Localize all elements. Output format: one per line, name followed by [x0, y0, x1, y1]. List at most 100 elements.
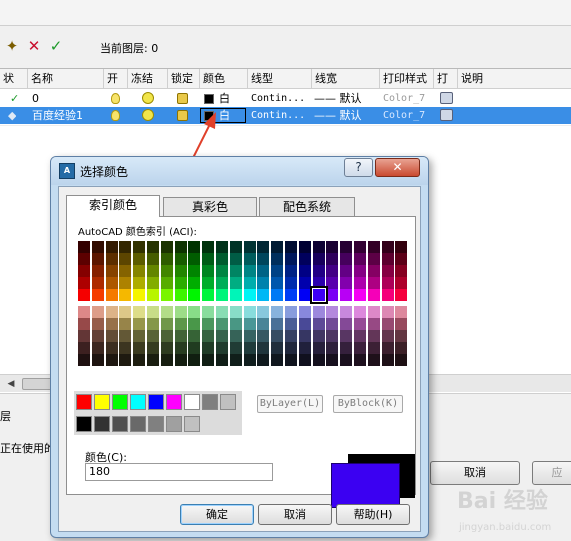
printer-icon[interactable]: [440, 109, 453, 121]
linetype[interactable]: Contin...: [251, 90, 305, 107]
grayscale-color-cell[interactable]: [94, 416, 110, 432]
color-swatch[interactable]: [204, 111, 214, 121]
aci-color-cell[interactable]: [147, 354, 159, 366]
aci-color-cell[interactable]: [160, 306, 173, 318]
aci-color-cell[interactable]: [354, 277, 366, 289]
aci-color-cell[interactable]: [202, 289, 215, 301]
aci-color-cell[interactable]: [243, 241, 256, 253]
scroll-thumb[interactable]: [22, 378, 52, 390]
aci-color-cell[interactable]: [229, 265, 242, 277]
aci-color-cell[interactable]: [188, 306, 201, 318]
aci-color-cell[interactable]: [78, 241, 90, 253]
aci-color-cell[interactable]: [202, 318, 215, 330]
aci-color-cell[interactable]: [285, 289, 297, 301]
lineweight[interactable]: —— 默认: [314, 107, 362, 124]
standard-color-cell[interactable]: [76, 394, 92, 410]
standard-color-cell[interactable]: [220, 394, 236, 410]
aci-color-cell[interactable]: [326, 265, 339, 277]
aci-color-cell[interactable]: [174, 253, 187, 265]
aci-color-cell[interactable]: [202, 277, 215, 289]
aci-color-cell[interactable]: [340, 354, 353, 366]
aci-color-cell[interactable]: [326, 330, 339, 342]
standard-color-cell[interactable]: [112, 394, 128, 410]
aci-color-cell[interactable]: [298, 253, 311, 265]
aci-color-cell[interactable]: [133, 241, 146, 253]
aci-color-cell[interactable]: [257, 277, 270, 289]
aci-color-cell[interactable]: [188, 330, 201, 342]
aci-color-cell[interactable]: [229, 277, 242, 289]
aci-color-cell[interactable]: [243, 277, 256, 289]
aci-color-cell[interactable]: [243, 354, 256, 366]
aci-color-cell[interactable]: [119, 306, 132, 318]
sun-thaw-icon[interactable]: [142, 109, 154, 121]
layer-name[interactable]: 百度经验1: [32, 107, 83, 124]
standard-color-cell[interactable]: [184, 394, 200, 410]
aci-color-cell[interactable]: [133, 318, 146, 330]
aci-color-cell[interactable]: [188, 253, 201, 265]
aci-color-cell[interactable]: [285, 354, 297, 366]
aci-color-cell[interactable]: [326, 241, 339, 253]
header-lineweight[interactable]: 线宽: [312, 69, 380, 89]
printer-icon[interactable]: [440, 92, 453, 104]
scroll-left-arrow-icon[interactable]: ◀: [4, 377, 18, 391]
aci-color-cell[interactable]: [91, 253, 104, 265]
aci-color-cell[interactable]: [340, 289, 353, 301]
aci-color-cell[interactable]: [354, 318, 366, 330]
aci-color-cell[interactable]: [285, 265, 297, 277]
aci-color-cell[interactable]: [326, 342, 339, 354]
sun-thaw-icon[interactable]: [142, 92, 154, 104]
help-question-button[interactable]: ?: [344, 158, 373, 177]
aci-color-cell[interactable]: [340, 241, 353, 253]
aci-color-cell[interactable]: [78, 277, 90, 289]
aci-color-cell[interactable]: [216, 277, 228, 289]
aci-color-cell[interactable]: [78, 265, 90, 277]
aci-color-cell[interactable]: [381, 318, 394, 330]
aci-color-cell[interactable]: [160, 241, 173, 253]
aci-color-cell[interactable]: [174, 354, 187, 366]
aci-color-cell[interactable]: [395, 354, 408, 366]
aci-color-cell[interactable]: [160, 342, 173, 354]
aci-color-cell[interactable]: [381, 277, 394, 289]
aci-color-cell[interactable]: [257, 342, 270, 354]
aci-color-cell[interactable]: [147, 330, 159, 342]
aci-color-cell[interactable]: [216, 265, 228, 277]
aci-color-cell[interactable]: [174, 289, 187, 301]
aci-color-cell[interactable]: [381, 241, 394, 253]
aci-color-cell[interactable]: [271, 253, 284, 265]
aci-color-cell[interactable]: [133, 330, 146, 342]
aci-color-cell[interactable]: [78, 289, 90, 301]
aci-color-cell[interactable]: [216, 330, 228, 342]
aci-color-cell[interactable]: [367, 277, 380, 289]
aci-color-cell[interactable]: [202, 354, 215, 366]
aci-color-cell[interactable]: [216, 354, 228, 366]
aci-color-cell[interactable]: [271, 354, 284, 366]
aci-color-cell[interactable]: [395, 253, 408, 265]
aci-color-cell[interactable]: [133, 306, 146, 318]
aci-color-cell[interactable]: [340, 342, 353, 354]
aci-color-cell[interactable]: [133, 289, 146, 301]
aci-color-cell[interactable]: [312, 330, 325, 342]
aci-color-cell[interactable]: [395, 318, 408, 330]
aci-color-cell[interactable]: [78, 342, 90, 354]
aci-color-cell[interactable]: [119, 330, 132, 342]
aci-color-cell[interactable]: [147, 289, 159, 301]
aci-color-cell[interactable]: [367, 241, 380, 253]
aci-color-cell[interactable]: [133, 253, 146, 265]
aci-color-cell[interactable]: [229, 330, 242, 342]
aci-color-cell[interactable]: [340, 277, 353, 289]
aci-color-cell[interactable]: [202, 265, 215, 277]
aci-color-cell[interactable]: [188, 265, 201, 277]
aci-color-cell[interactable]: [326, 253, 339, 265]
header-color[interactable]: 颜色: [200, 69, 248, 89]
aci-color-cell[interactable]: [312, 265, 325, 277]
aci-color-cell[interactable]: [160, 330, 173, 342]
aci-color-cell[interactable]: [229, 241, 242, 253]
aci-color-cell[interactable]: [91, 241, 104, 253]
aci-color-cell[interactable]: [285, 241, 297, 253]
aci-color-cell[interactable]: [119, 342, 132, 354]
dialog-title-bar[interactable]: A 选择颜色 ? ✕: [51, 157, 428, 185]
aci-color-cell[interactable]: [367, 318, 380, 330]
aci-color-cell[interactable]: [340, 330, 353, 342]
aci-color-cell[interactable]: [312, 241, 325, 253]
aci-color-cell[interactable]: [395, 265, 408, 277]
